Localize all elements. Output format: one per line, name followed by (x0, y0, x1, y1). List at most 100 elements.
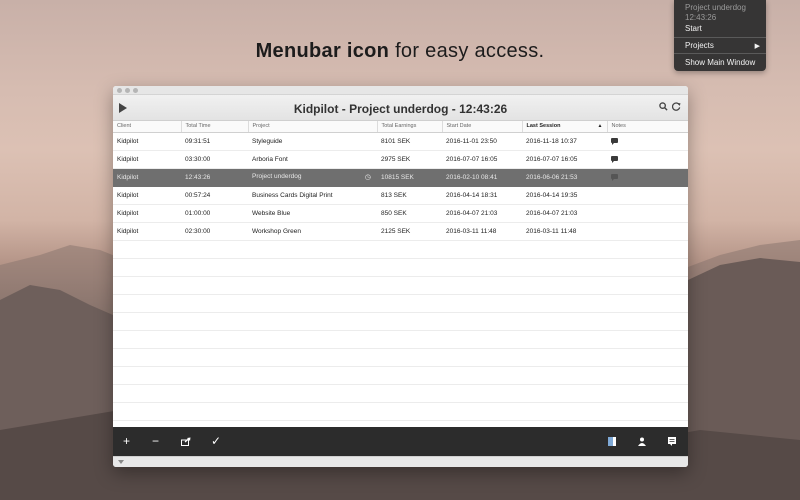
note-bubble-icon[interactable] (611, 173, 618, 181)
column-header-total-time[interactable]: Total Time (181, 121, 249, 133)
status-bar (113, 456, 688, 467)
empty-cell (607, 402, 688, 421)
cell-project-text: Project underdog (252, 173, 302, 180)
cell-project-text: Business Cards Digital Print (252, 191, 333, 199)
column-header-last-session[interactable]: Last Session ▲ (522, 121, 608, 133)
empty-cell (113, 330, 181, 349)
cell-total-earnings-text: 2975 SEK (381, 155, 411, 163)
empty-cell (181, 276, 248, 295)
empty-cell (442, 384, 522, 403)
cell-last-session: 2016-11-18 10:37 (522, 132, 607, 151)
table-row[interactable]: Kidpilot 01:00:00 Website Blue 850 SEK 2016-… (113, 204, 688, 223)
cell-last-session: 2016-03-11 11:48 (522, 222, 607, 241)
empty-row (113, 384, 688, 403)
empty-row (113, 402, 688, 421)
sidebar-icon[interactable] (608, 435, 616, 449)
empty-cell (248, 258, 377, 277)
cell-client-text: Kidpilot (117, 155, 139, 163)
empty-cell (607, 312, 688, 331)
table-row[interactable]: Kidpilot 09:31:51 Styleguide 8101 SEK 2016-1… (113, 132, 688, 151)
empty-cell (181, 258, 248, 277)
client-icon[interactable] (638, 435, 646, 449)
cell-project: Arboria Font (248, 150, 377, 169)
empty-cell (377, 276, 442, 295)
empty-cell (442, 366, 522, 385)
empty-cell (181, 294, 248, 313)
table-row[interactable]: Kidpilot 03:30:00 Arboria Font 2975 SEK 2016… (113, 150, 688, 169)
empty-cell (248, 276, 377, 295)
menu-start[interactable]: Start (685, 24, 702, 33)
cell-client: Kidpilot (113, 222, 181, 241)
projects-table: Client Total Time Project Total Earnings… (113, 121, 688, 421)
empty-cell (607, 258, 688, 277)
cell-start-date-text: 2016-02-10 08:41 (446, 173, 498, 181)
empty-cell (181, 384, 248, 403)
empty-cell (248, 312, 377, 331)
column-header-client[interactable]: Client (113, 121, 182, 133)
cell-client: Kidpilot (113, 168, 181, 187)
cell-project: Workshop Green (248, 222, 377, 241)
empty-cell (607, 294, 688, 313)
column-header-start-date[interactable]: Start Date (442, 121, 523, 133)
empty-cell (181, 330, 248, 349)
empty-cell (377, 402, 442, 421)
remove-button[interactable]: − (152, 434, 159, 448)
empty-cell (248, 402, 377, 421)
column-header-project[interactable]: Project (248, 121, 378, 133)
empty-cell (442, 312, 522, 331)
table-row[interactable]: Kidpilot 02:30:00 Workshop Green 2125 SEK 20… (113, 222, 688, 241)
note-bubble-icon[interactable] (611, 155, 618, 163)
disclosure-triangle-icon[interactable] (118, 460, 124, 464)
cell-total-earnings: 2975 SEK (377, 150, 442, 169)
refresh-icon[interactable] (671, 102, 681, 115)
cell-last-session-text: 2016-04-14 19:35 (526, 191, 578, 199)
cell-notes (607, 222, 688, 241)
close-window-button[interactable] (117, 88, 122, 93)
cell-last-session: 2016-07-07 16:05 (522, 150, 607, 169)
table-header: Client Total Time Project Total Earnings… (113, 121, 688, 133)
table-row[interactable]: Kidpilot 00:57:24 Business Cards Digital P… (113, 186, 688, 205)
zoom-window-button[interactable] (133, 88, 138, 93)
empty-cell (607, 330, 688, 349)
table-row[interactable]: Kidpilot 12:43:26 Project underdog ◷ 10815 S… (113, 168, 688, 187)
empty-cell (181, 402, 248, 421)
empty-cell (377, 312, 442, 331)
cell-client-text: Kidpilot (117, 173, 139, 181)
cell-total-time-text: 00:57:24 (185, 191, 211, 199)
column-header-notes[interactable]: Notes (607, 121, 688, 133)
cell-start-date-text: 2016-04-14 18:31 (446, 191, 498, 199)
empty-cell (522, 384, 607, 403)
cell-notes (607, 132, 688, 151)
empty-cell (442, 258, 522, 277)
cell-total-earnings-text: 10815 SEK (381, 173, 414, 181)
empty-cell (248, 384, 377, 403)
minimize-window-button[interactable] (125, 88, 130, 93)
cell-start-date: 2016-11-01 23:50 (442, 132, 522, 151)
menubar-dropdown: Project underdog 12:43:26 Start Projects… (674, 0, 766, 71)
menu-projects[interactable]: Projects (685, 41, 714, 50)
cell-client: Kidpilot (113, 186, 181, 205)
complete-button[interactable]: ✓ (211, 434, 221, 448)
empty-cell (377, 366, 442, 385)
empty-cell (113, 366, 181, 385)
cell-client: Kidpilot (113, 204, 181, 223)
cell-total-time: 03:30:00 (181, 150, 248, 169)
add-button[interactable]: + (123, 434, 130, 448)
empty-cell (522, 312, 607, 331)
notes-icon[interactable] (668, 435, 676, 449)
empty-cell (377, 330, 442, 349)
empty-row (113, 366, 688, 385)
empty-cell (522, 240, 607, 259)
cell-total-time: 02:30:00 (181, 222, 248, 241)
export-icon[interactable] (181, 435, 191, 449)
app-window: Kidpilot - Project underdog - 12:43:26 C… (113, 86, 688, 467)
cell-start-date-text: 2016-03-11 11:48 (446, 227, 497, 235)
cell-last-session: 2016-04-14 19:35 (522, 186, 607, 205)
empty-cell (248, 330, 377, 349)
search-icon[interactable] (659, 102, 668, 115)
empty-row (113, 294, 688, 313)
note-bubble-icon[interactable] (611, 137, 618, 145)
cell-total-time: 09:31:51 (181, 132, 248, 151)
column-header-total-earnings[interactable]: Total Earnings (377, 121, 443, 133)
menu-show-main-window[interactable]: Show Main Window (685, 58, 755, 67)
